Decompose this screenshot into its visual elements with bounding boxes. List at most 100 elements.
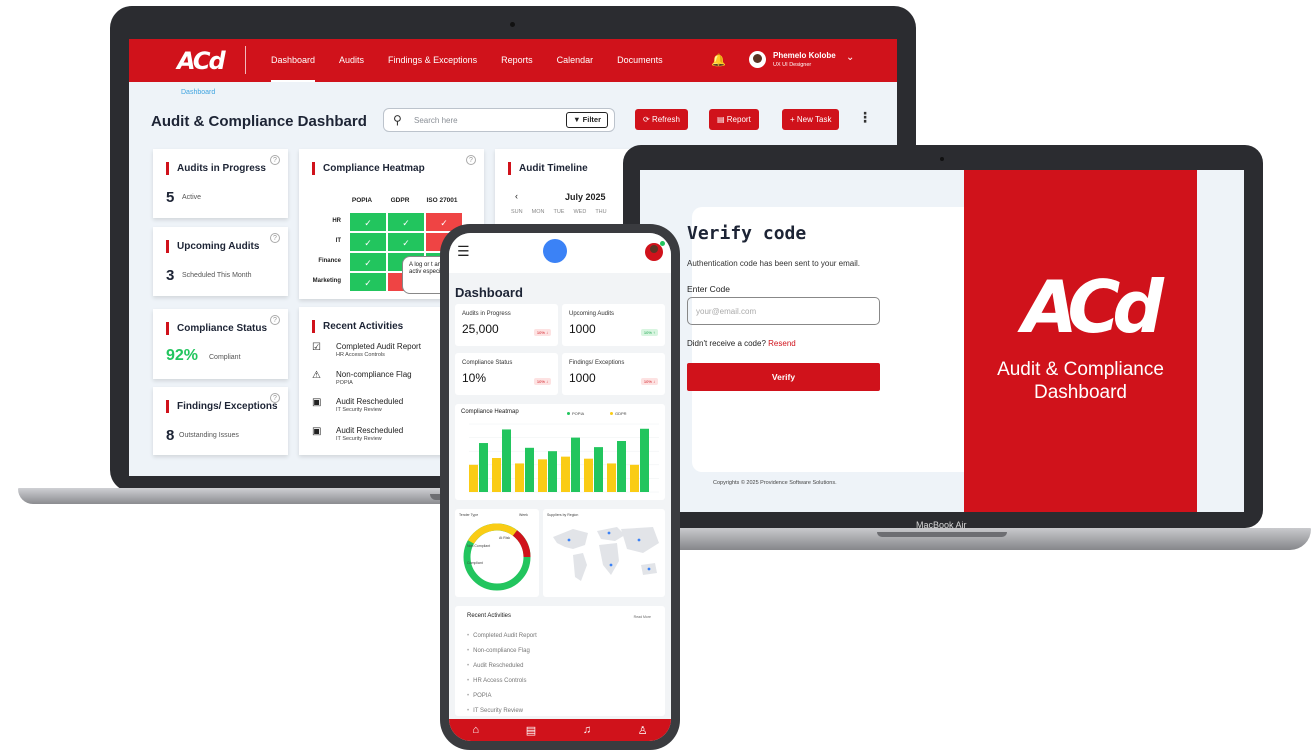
phone-header: ☰ bbox=[449, 233, 671, 273]
nav-audits[interactable]: Audits bbox=[339, 39, 364, 82]
home-icon[interactable]: ⌂ bbox=[472, 724, 479, 736]
document-search-icon: ▣ bbox=[312, 426, 322, 437]
weekday: MON bbox=[531, 209, 545, 215]
donut-label: Compliant bbox=[467, 561, 483, 565]
help-icon[interactable]: ? bbox=[270, 393, 280, 403]
bar-popia[interactable] bbox=[479, 443, 488, 492]
breadcrumb[interactable]: Dashboard bbox=[181, 89, 215, 96]
bar-popia[interactable] bbox=[502, 429, 511, 492]
bar-gdpr[interactable] bbox=[515, 463, 524, 492]
device-label: MacBook Air bbox=[916, 520, 967, 530]
more-options-icon[interactable]: ⋮ bbox=[858, 109, 872, 126]
user-avatar[interactable] bbox=[749, 51, 766, 68]
heatmap-cell[interactable]: ✓ bbox=[349, 212, 387, 232]
map-marker[interactable] bbox=[637, 538, 641, 542]
help-icon[interactable]: ? bbox=[270, 315, 280, 325]
heatmap-cell[interactable]: ✓ bbox=[387, 212, 425, 232]
nav-dashboard[interactable]: Dashboard bbox=[271, 39, 316, 82]
bar-gdpr[interactable] bbox=[607, 463, 616, 492]
nav-reports[interactable]: Reports bbox=[501, 39, 533, 82]
bar-popia[interactable] bbox=[571, 437, 580, 492]
map-marker[interactable] bbox=[567, 538, 571, 542]
card-title: Compliance Heatmap bbox=[312, 162, 425, 175]
hamburger-menu-icon[interactable]: ☰ bbox=[457, 243, 470, 260]
map-marker[interactable] bbox=[609, 563, 613, 567]
heatmap-cell[interactable]: ✓ bbox=[349, 252, 387, 272]
chevron-down-icon[interactable]: ⌄ bbox=[846, 52, 854, 63]
search-input[interactable]: Search here bbox=[414, 116, 458, 125]
bar-popia[interactable] bbox=[594, 447, 603, 492]
list-item[interactable]: Completed Audit Report bbox=[467, 633, 537, 648]
stat-value: 1000 bbox=[569, 322, 596, 336]
verify-button[interactable]: Verify bbox=[687, 363, 880, 391]
document-icon[interactable]: ▤ bbox=[526, 724, 536, 737]
heatmap-cell[interactable]: ✓ bbox=[349, 272, 387, 292]
verify-subtitle: Authentication code has been sent to you… bbox=[687, 259, 860, 268]
user-avatar[interactable] bbox=[645, 241, 665, 261]
heatmap-col-gdpr: GDPR bbox=[390, 197, 410, 204]
resend-prompt: Didn't receive a code? bbox=[687, 339, 766, 348]
laptop-camera bbox=[510, 22, 515, 27]
list-item[interactable]: Audit Rescheduled bbox=[467, 663, 537, 678]
mobile-stat-card[interactable]: Upcoming Audits 1000 10% ↑ bbox=[562, 304, 665, 346]
code-input[interactable]: your@email.com bbox=[687, 297, 880, 325]
bar-gdpr[interactable] bbox=[561, 456, 570, 492]
read-more-link[interactable]: Read More bbox=[634, 615, 651, 619]
new-task-button[interactable]: + New Task bbox=[782, 109, 840, 130]
heatmap-cell[interactable]: ✓ bbox=[349, 232, 387, 252]
resend-link[interactable]: Resend bbox=[768, 339, 796, 348]
list-item[interactable]: HR Access Controls bbox=[467, 678, 537, 693]
weekday: WED bbox=[573, 209, 587, 215]
bar-gdpr[interactable] bbox=[492, 458, 501, 492]
bar-gdpr[interactable] bbox=[538, 459, 547, 492]
card-value: 5 bbox=[166, 189, 175, 206]
donut-label: At Risk bbox=[499, 536, 511, 540]
trend-badge: 10% ↑ bbox=[640, 329, 658, 336]
mobile-stat-card[interactable]: Findings/ Exceptions 1000 10% ↓ bbox=[562, 353, 665, 395]
card-upcoming-audits: Upcoming Audits ? 3 Scheduled This Month bbox=[153, 227, 288, 296]
help-icon[interactable]: ? bbox=[270, 233, 280, 243]
notification-bell-icon[interactable]: 🔔 bbox=[711, 53, 726, 67]
heatmap-row-marketing: Marketing bbox=[312, 278, 341, 284]
refresh-button[interactable]: ⟳ Refresh bbox=[635, 109, 688, 130]
brand-name: Audit & Compliance Dashboard bbox=[964, 358, 1197, 404]
heatmap-cell[interactable]: ✓ bbox=[387, 232, 425, 252]
list-item[interactable]: POPIA bbox=[467, 693, 537, 708]
map-europe bbox=[597, 527, 625, 541]
bar-gdpr[interactable] bbox=[469, 464, 478, 492]
chevron-left-icon[interactable]: ‹ bbox=[515, 191, 518, 201]
filter-button[interactable]: ▼ Filter bbox=[566, 112, 608, 128]
map-marker[interactable] bbox=[647, 567, 651, 571]
nav-documents[interactable]: Documents bbox=[617, 39, 663, 82]
nav-calendar[interactable]: Calendar bbox=[557, 39, 594, 82]
list-item[interactable]: Non-compliance Flag bbox=[467, 648, 537, 663]
card-title: Recent Activities bbox=[312, 320, 403, 333]
donut-label: Non Compliant bbox=[467, 544, 491, 548]
bar-popia[interactable] bbox=[548, 451, 557, 492]
bottom-tab-bar: ⌂ ▤ ♫ ♙ bbox=[449, 719, 671, 741]
report-button[interactable]: ▤ Report bbox=[709, 109, 759, 130]
filter-label: Filter bbox=[582, 115, 601, 124]
bar-popia[interactable] bbox=[617, 441, 626, 492]
acd-logo: ACd bbox=[1022, 265, 1164, 349]
mobile-stat-card[interactable]: Audits in Progress 25,000 10% ↓ bbox=[455, 304, 558, 346]
activity-sub: POPIA bbox=[336, 380, 353, 386]
bar-popia[interactable] bbox=[640, 428, 649, 492]
stat-label: Findings/ Exceptions bbox=[569, 360, 625, 366]
map-marker[interactable] bbox=[607, 531, 611, 535]
bar-gdpr[interactable] bbox=[630, 464, 639, 492]
card-findings: Findings/ Exceptions ? 8 Outstanding Iss… bbox=[153, 387, 288, 455]
weekday: TUE bbox=[553, 209, 565, 215]
heatmap-row-finance: Finance bbox=[318, 258, 341, 264]
nav-findings[interactable]: Findings & Exceptions bbox=[388, 39, 477, 82]
verify-title: Verify code bbox=[687, 223, 807, 244]
bar-gdpr[interactable] bbox=[584, 458, 593, 492]
profile-icon[interactable]: ♙ bbox=[638, 724, 648, 737]
help-icon[interactable]: ? bbox=[270, 155, 280, 165]
help-icon[interactable]: ? bbox=[466, 155, 476, 165]
recent-title: Recent Activities bbox=[467, 613, 512, 619]
mobile-stat-card[interactable]: Compliance Status 10% 10% ↓ bbox=[455, 353, 558, 395]
bell-icon[interactable]: ♫ bbox=[583, 724, 591, 736]
stat-label: Audits in Progress bbox=[462, 311, 511, 317]
bar-popia[interactable] bbox=[525, 447, 534, 492]
